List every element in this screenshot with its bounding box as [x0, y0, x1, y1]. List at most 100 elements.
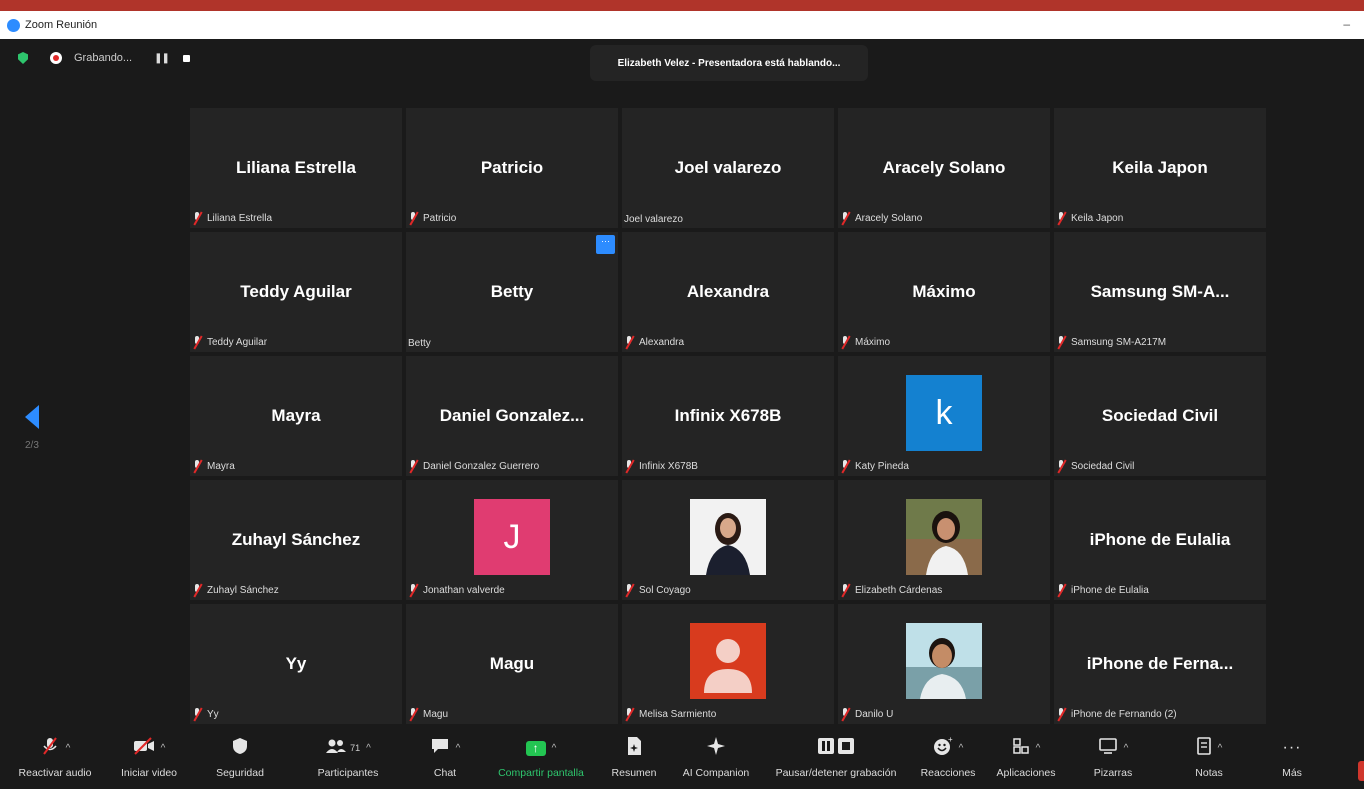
participant-name-label: Yy: [192, 708, 219, 721]
participant-tile[interactable]: Magu Magu: [406, 604, 618, 724]
participant-tile[interactable]: Melisa Sarmiento: [622, 604, 834, 724]
unmute-audio-button[interactable]: ^ Reactivar audio: [14, 729, 96, 789]
chat-button[interactable]: ^ Chat: [420, 729, 470, 789]
participant-display-name: Liliana Estrella: [236, 158, 356, 177]
participant-tile[interactable]: Infinix X678B Infinix X678B: [622, 356, 834, 476]
reactions-chevron-icon[interactable]: ^: [959, 743, 964, 754]
participant-tile[interactable]: Betty ··· Betty: [406, 232, 618, 352]
participant-tile[interactable]: iPhone de Eulalia iPhone de Eulalia: [1054, 480, 1266, 600]
participant-label-text: Keila Japon: [1071, 213, 1124, 224]
notes-icon: [1196, 736, 1212, 761]
muted-microphone-icon: [624, 336, 635, 349]
shield-icon[interactable]: [18, 52, 28, 64]
notes-chevron-icon[interactable]: ^: [1218, 743, 1223, 754]
participant-display-name: Infinix X678B: [674, 406, 782, 425]
chat-chevron-icon[interactable]: ^: [456, 743, 461, 754]
participant-display-name: iPhone de Eulalia: [1089, 530, 1231, 549]
side-indicator: [1358, 761, 1364, 781]
participant-tile[interactable]: Alexandra Alexandra: [622, 232, 834, 352]
muted-microphone-icon: [840, 212, 851, 225]
participant-tile[interactable]: Sol Coyago: [622, 480, 834, 600]
whiteboards-button[interactable]: ^ Pizarras: [1080, 729, 1146, 789]
participants-chevron-icon[interactable]: ^: [366, 743, 371, 754]
participant-display-name: Teddy Aguilar: [240, 282, 352, 301]
participant-label-text: Katy Pineda: [855, 461, 909, 472]
participant-tile[interactable]: Zuhayl Sánchez Zuhayl Sánchez: [190, 480, 402, 600]
tile-more-options-button[interactable]: ···: [596, 235, 615, 254]
participant-label-text: Samsung SM-A217M: [1071, 337, 1167, 348]
participant-display-name: Joel valarezo: [674, 158, 782, 177]
participant-name-label: Aracely Solano: [840, 212, 922, 225]
participants-button[interactable]: 71 ^ Participantes: [300, 729, 396, 789]
participant-display-name: Keila Japon: [1112, 158, 1208, 177]
apps-label: Aplicaciones: [996, 767, 1056, 779]
participant-label-text: Melisa Sarmiento: [639, 709, 717, 720]
share-screen-button[interactable]: ↑ ^ Compartir pantalla: [490, 729, 592, 789]
meeting-toolbar: ^ Reactivar audio ^ Iniciar video Seguri…: [0, 729, 1364, 789]
security-label: Seguridad: [216, 767, 264, 779]
more-button[interactable]: ··· Más: [1272, 729, 1312, 789]
participant-tile[interactable]: Patricio Patricio: [406, 108, 618, 228]
participant-label-text: Elizabeth Cárdenas: [855, 585, 943, 596]
sparkle-icon: [706, 736, 726, 761]
participant-tile[interactable]: Máximo Máximo: [838, 232, 1050, 352]
participant-tile[interactable]: Yy Yy: [190, 604, 402, 724]
muted-microphone-icon: [840, 336, 851, 349]
participant-tile[interactable]: Danilo U: [838, 604, 1050, 724]
participant-tile[interactable]: Liliana Estrella Liliana Estrella: [190, 108, 402, 228]
participant-display-name: Zuhayl Sánchez: [231, 530, 361, 549]
participant-name-label: Infinix X678B: [624, 460, 698, 473]
zoom-logo-icon: [7, 18, 20, 32]
pause-stop-recording-button[interactable]: Pausar/detener grabación: [766, 729, 906, 789]
participant-tile[interactable]: Elizabeth Cárdenas: [838, 480, 1050, 600]
video-options-chevron-icon[interactable]: ^: [161, 743, 166, 754]
audio-options-chevron-icon[interactable]: ^: [66, 743, 71, 754]
share-chevron-icon[interactable]: ^: [552, 743, 557, 754]
apps-chevron-icon[interactable]: ^: [1036, 743, 1041, 754]
participant-label-text: Jonathan valverde: [423, 585, 505, 596]
participant-display-name: Aracely Solano: [882, 158, 1006, 177]
avatar: J: [474, 499, 550, 575]
muted-microphone-icon: [408, 212, 419, 225]
participant-display-name: Yy: [285, 654, 307, 673]
more-label: Más: [1282, 767, 1302, 779]
video-off-icon: [133, 736, 155, 760]
summary-button[interactable]: Resumen: [608, 729, 660, 789]
notes-button[interactable]: ^ Notas: [1178, 729, 1240, 789]
whiteboards-label: Pizarras: [1093, 767, 1133, 779]
participant-label-text: Sociedad Civil: [1071, 461, 1135, 472]
participant-tile[interactable]: Samsung SM-A... Samsung SM-A217M: [1054, 232, 1266, 352]
participant-tile[interactable]: Daniel Gonzalez... Daniel Gonzalez Guerre…: [406, 356, 618, 476]
profile-photo: [906, 499, 982, 575]
participant-name-label: Joel valarezo: [624, 214, 683, 225]
apps-button[interactable]: ^ Aplicaciones: [990, 729, 1062, 789]
participant-tile[interactable]: Aracely Solano Aracely Solano: [838, 108, 1050, 228]
profile-photo: [906, 623, 982, 699]
participant-tile[interactable]: k Katy Pineda: [838, 356, 1050, 476]
ai-companion-button[interactable]: AI Companion: [678, 729, 754, 789]
security-button[interactable]: Seguridad: [205, 729, 275, 789]
pause-recording-icon[interactable]: ❚❚: [154, 53, 170, 64]
start-video-button[interactable]: ^ Iniciar video: [115, 729, 183, 789]
window-title: Zoom Reunión: [25, 19, 98, 31]
stop-recording-icon[interactable]: [182, 54, 190, 62]
participant-tile[interactable]: Keila Japon Keila Japon: [1054, 108, 1266, 228]
participant-name-label: Danilo U: [840, 708, 893, 721]
participant-display-name: Samsung SM-A...: [1090, 282, 1230, 301]
reactions-button[interactable]: + ^ Reacciones: [917, 729, 979, 789]
participant-tile[interactable]: Joel valarezo Joel valarezo: [622, 108, 834, 228]
participant-tile[interactable]: Mayra Mayra: [190, 356, 402, 476]
whiteboards-chevron-icon[interactable]: ^: [1124, 743, 1129, 754]
previous-page-arrow-icon[interactable]: [25, 405, 39, 429]
participant-tile[interactable]: Teddy Aguilar Teddy Aguilar: [190, 232, 402, 352]
minimize-button[interactable]: –: [1343, 17, 1350, 31]
apps-icon: [1012, 737, 1030, 760]
participant-tile[interactable]: iPhone de Ferna... iPhone de Fernando (2): [1054, 604, 1266, 724]
muted-microphone-icon: [624, 460, 635, 473]
participant-tile[interactable]: Sociedad Civil Sociedad Civil: [1054, 356, 1266, 476]
participant-tile[interactable]: J Jonathan valverde: [406, 480, 618, 600]
avatar: k: [906, 375, 982, 451]
participant-name-label: Sociedad Civil: [1056, 460, 1134, 473]
participant-label-text: Zuhayl Sánchez: [207, 585, 279, 596]
chat-icon: [430, 737, 450, 760]
